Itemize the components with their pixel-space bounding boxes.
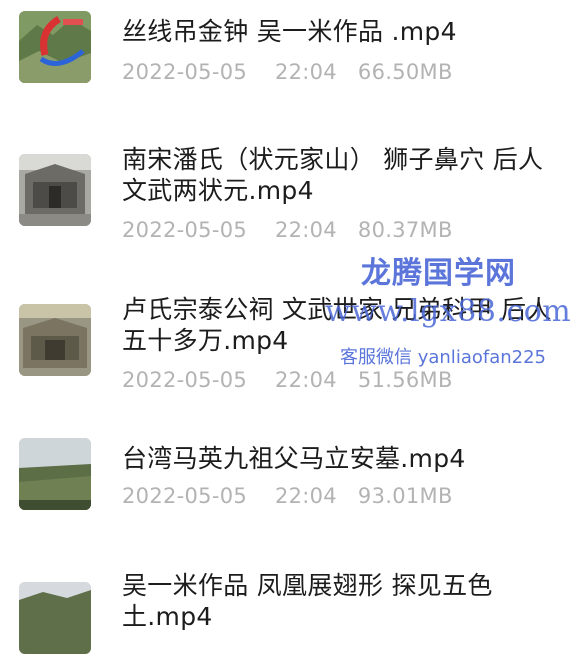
file-date: 2022-05-05 — [122, 368, 248, 392]
watermark-url: www.lgx88.com — [325, 294, 570, 329]
file-meta: 2022-05-05 22:04 66.50MB — [122, 60, 453, 84]
hills-video-thumbnail-icon — [19, 582, 91, 654]
file-size: 51.56MB — [357, 368, 453, 392]
stone-tomb-video-thumbnail-icon — [19, 154, 91, 226]
file-meta: 2022-05-05 22:04 80.37MB — [122, 218, 453, 242]
file-time: 22:04 — [274, 368, 337, 392]
file-time: 22:04 — [274, 60, 337, 84]
file-meta: 2022-05-05 22:04 51.56MB — [122, 368, 453, 392]
file-date: 2022-05-05 — [122, 218, 248, 242]
file-size: 80.37MB — [357, 218, 453, 242]
file-meta: 2022-05-05 22:04 93.01MB — [122, 484, 453, 508]
file-name: 台湾马英九祖父马立安墓.mp4 — [122, 444, 466, 473]
file-date: 2022-05-05 — [122, 484, 248, 508]
mountain-video-thumbnail-icon — [19, 11, 91, 83]
file-name: 吴一米作品 凤凰展翅形 探见五色土.mp4 — [122, 571, 493, 631]
watermark-title: 龙腾国学网 — [361, 256, 516, 291]
watermark-contact: 客服微信 yanliaofan225 — [340, 347, 546, 368]
file-date: 2022-05-05 — [122, 60, 248, 84]
file-time: 22:04 — [274, 218, 337, 242]
file-name: 丝线吊金钟 吴一米作品 .mp4 — [122, 17, 457, 46]
file-time: 22:04 — [274, 484, 337, 508]
file-size: 93.01MB — [357, 484, 453, 508]
landscape-video-thumbnail-icon — [19, 438, 91, 510]
file-name: 南宋潘氏（状元家山） 狮子鼻穴 后人文武两状元.mp4 — [122, 145, 544, 205]
ancestral-hall-video-thumbnail-icon — [19, 304, 91, 376]
file-size: 66.50MB — [357, 60, 453, 84]
